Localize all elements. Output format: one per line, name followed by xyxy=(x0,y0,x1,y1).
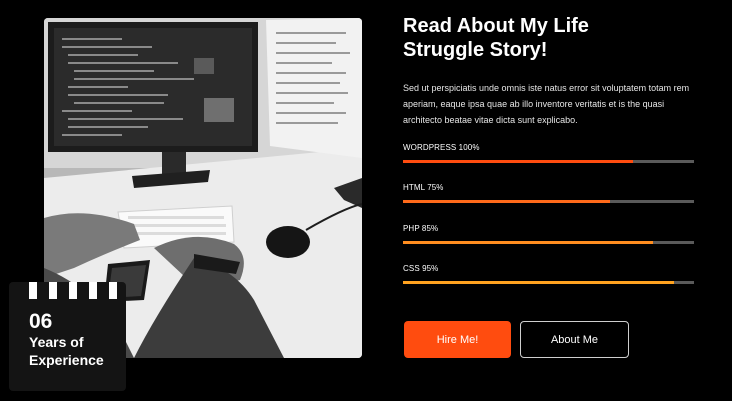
film-notch xyxy=(109,282,117,299)
about-me-button[interactable]: About Me xyxy=(520,321,629,358)
skill-progress-track xyxy=(403,241,694,244)
skill-label: PHP 85% xyxy=(403,224,439,233)
skill-progress-track xyxy=(403,160,694,163)
skill-label: WORDPRESS 100% xyxy=(403,143,480,152)
skill-progress-fill xyxy=(403,241,654,244)
title-line-1: Read About My Life xyxy=(403,15,589,37)
hire-me-button[interactable]: Hire Me! xyxy=(404,321,511,358)
skill-label: HTML 75% xyxy=(403,183,444,192)
experience-years-number: 06 xyxy=(29,310,53,333)
experience-card: 06 Years of Experience xyxy=(9,282,126,391)
skill-css: CSS 95% xyxy=(403,264,694,288)
skill-progress-fill xyxy=(403,281,674,284)
experience-label: Years of Experience xyxy=(29,334,104,368)
film-notch xyxy=(89,282,97,299)
film-notch xyxy=(69,282,77,299)
film-strip-decoration xyxy=(29,282,117,299)
title-line-2: Struggle Story! xyxy=(403,39,548,61)
skill-html: HTML 75% xyxy=(403,183,694,207)
film-notch xyxy=(29,282,37,299)
section-title: Read About My Life Struggle Story! xyxy=(403,14,703,62)
skill-progress-fill xyxy=(403,160,633,163)
skill-progress-track xyxy=(403,200,694,203)
film-notch xyxy=(49,282,57,299)
skill-label: CSS 95% xyxy=(403,264,439,273)
about-description: Sed ut perspiciatis unde omnis iste natu… xyxy=(403,83,690,125)
skill-progress-fill xyxy=(403,200,610,203)
skill-wordpress: WORDPRESS 100% xyxy=(403,143,694,167)
skill-php: PHP 85% xyxy=(403,224,694,248)
skill-progress-track xyxy=(403,281,694,284)
